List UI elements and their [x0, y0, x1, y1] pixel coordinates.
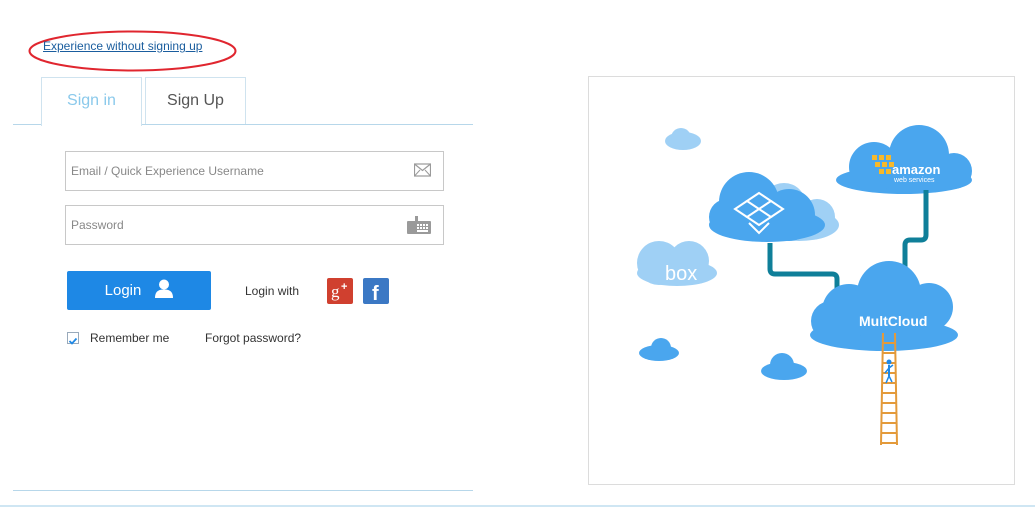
- svg-text:f: f: [372, 283, 379, 304]
- experience-without-signing-up-link[interactable]: Experience without signing up: [43, 39, 202, 53]
- small-cloud-icon: [639, 338, 679, 361]
- form-bottom-divider: [13, 490, 473, 491]
- checkmark-icon: [68, 337, 78, 345]
- remember-me-label: Remember me: [90, 331, 170, 345]
- password-field-wrapper: [65, 205, 444, 245]
- remember-me-checkbox[interactable]: [67, 332, 79, 345]
- aws-subtitle: web services: [893, 177, 935, 184]
- user-icon: [155, 279, 174, 302]
- small-cloud-icon: [665, 128, 701, 150]
- google-plus-icon: g +: [331, 281, 347, 301]
- facebook-icon: f: [372, 283, 379, 305]
- forgot-password-link[interactable]: Forgot password?: [205, 331, 301, 345]
- email-field-wrapper: [65, 151, 444, 191]
- page-bottom-border: [0, 505, 1035, 507]
- cloud-transfer-diagram: box amazon web services MultCloud: [637, 125, 972, 446]
- envelope-icon: [413, 163, 432, 182]
- multcloud-illustration: box amazon web services MultCloud: [588, 76, 1015, 485]
- email-field[interactable]: [66, 152, 401, 190]
- dropbox-cloud: [709, 172, 825, 242]
- svg-text:g: g: [331, 282, 340, 301]
- amazon-logo: amazon: [892, 162, 940, 177]
- keyboard-icon: [407, 216, 431, 239]
- password-field[interactable]: [66, 206, 401, 244]
- small-cloud-icon: [761, 353, 807, 380]
- multcloud-logo: MultCloud: [859, 313, 927, 329]
- google-plus-login-button[interactable]: g +: [327, 278, 353, 304]
- svg-text:+: +: [341, 281, 347, 293]
- tab-sign-up[interactable]: Sign Up: [145, 77, 246, 124]
- facebook-login-button[interactable]: f: [363, 278, 389, 305]
- login-button-label: Login: [104, 282, 142, 299]
- login-button[interactable]: Login: [67, 271, 211, 310]
- tab-sign-in[interactable]: Sign in: [41, 77, 142, 126]
- login-with-label: Login with: [245, 284, 300, 298]
- box-logo: box: [665, 263, 697, 285]
